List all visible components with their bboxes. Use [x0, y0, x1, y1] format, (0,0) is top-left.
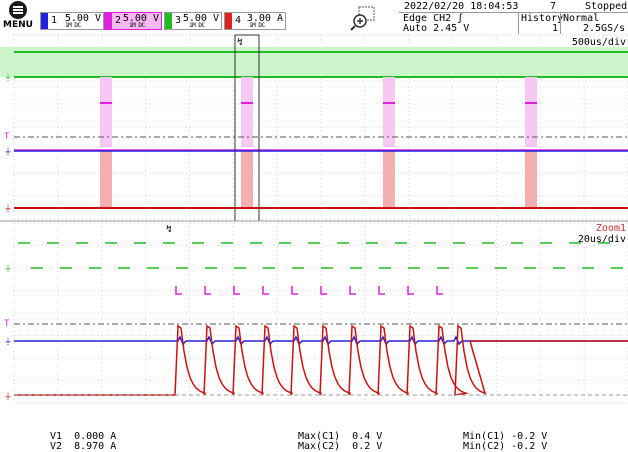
trigger-info-panel[interactable]: Edge CH2 ʃ Auto 2.45 V History 1 Normal …	[399, 12, 628, 34]
channel-3-number: 3	[175, 15, 182, 26]
main-timebase: 500us/div	[572, 37, 626, 48]
zoom-window: ↯ Zoom1 20us/div ⏚ T ⏚ ⏚	[4, 223, 628, 401]
channel-1-coupling: 1M DC	[65, 22, 81, 29]
zoom-trigger-level-marker: T	[4, 319, 10, 329]
ch4-zoom-trace	[14, 324, 628, 396]
trigger-level-marker: T	[4, 132, 10, 142]
channel-3-badge[interactable]: 3 5.00 V 1M DC	[164, 12, 222, 30]
channel-4-badge[interactable]: 4 3.00 A 1M DC	[224, 12, 286, 30]
ch1-ground-marker: ⏚	[4, 147, 12, 156]
min-c2: Min(C2) -0.2 V	[463, 441, 548, 452]
channel-2-number: 2	[115, 15, 122, 26]
run-state[interactable]: Stopped	[585, 1, 627, 12]
channel-4-coupling: 1M DC	[249, 22, 265, 29]
channel-3-coupling: 1M DC	[189, 22, 205, 29]
ch4-ground-marker: ⏚	[4, 204, 12, 213]
trigger-marker-icon: ↯	[237, 37, 243, 48]
channel-1-number: 1	[51, 15, 58, 26]
zoom-trigger-marker-icon: ↯	[166, 224, 172, 235]
max-c2: Max(C2) 0.2 V	[298, 441, 383, 452]
zoom-button[interactable]	[350, 6, 376, 32]
waveform-display[interactable]: ↯ 500us/div ⏚ T ⏚ ⏚ ↯ Zoom1 20us/div ⏚ T…	[0, 33, 628, 405]
menu-icon	[9, 1, 27, 19]
zoom-ch3-ground-marker: ⏚	[4, 264, 12, 273]
ch3-ground-marker: ⏚	[4, 73, 12, 82]
measurement-bar: V1 0.000 A V2 8.970 A Max(C1) 0.4 V Max(…	[0, 405, 628, 452]
datetime: 2022/02/20 18:04:53	[404, 1, 519, 12]
channel-1-badge[interactable]: 1 5.00 V 1M DC	[40, 12, 104, 30]
acquisition-count: 7	[550, 1, 557, 12]
channel-4-number: 4	[235, 15, 242, 26]
main-window: ↯ 500us/div ⏚ T ⏚ ⏚	[0, 34, 628, 222]
zoom-ch1-ground-marker: ⏚	[4, 337, 12, 346]
channel-2-coupling: 1M DC	[129, 22, 145, 29]
menu-button[interactable]: MENU	[0, 0, 36, 32]
cursor-v2: V2 8.970 A	[50, 441, 117, 452]
main-bursts	[100, 77, 537, 208]
zoom-label: Zoom1	[596, 223, 626, 234]
zoom-ch4-ground-marker: ⏚	[4, 392, 12, 401]
channel-2-badge[interactable]: 2 5.00 V 1M DC	[104, 12, 162, 30]
zoom-in-icon	[350, 6, 375, 31]
menu-label: MENU	[3, 20, 33, 30]
